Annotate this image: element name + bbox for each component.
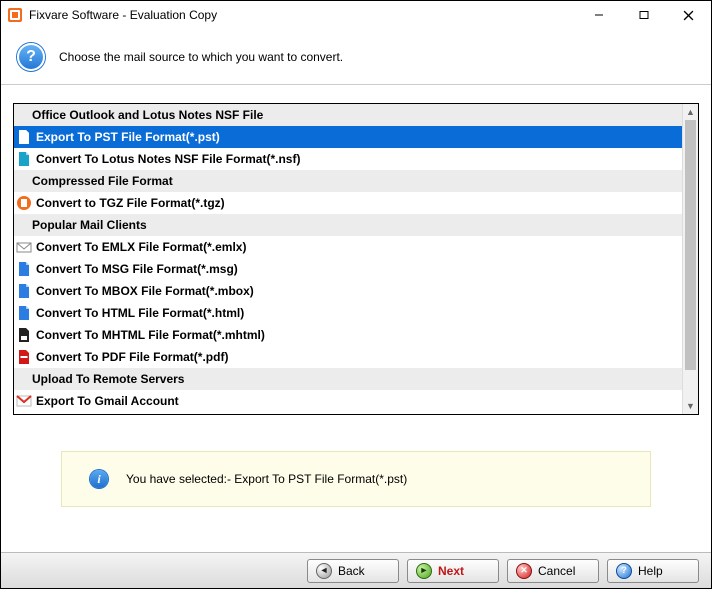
list-item[interactable]: Convert To Lotus Notes NSF File Format(*… xyxy=(14,148,682,170)
format-list-container: Office Outlook and Lotus Notes NSF File E… xyxy=(13,103,699,415)
cancel-button-label: Cancel xyxy=(538,564,575,578)
list-item-label: Export To Gmail Account xyxy=(36,394,179,408)
list-section-label: Popular Mail Clients xyxy=(32,218,147,232)
list-item[interactable]: Export To PST File Format(*.pst) xyxy=(14,126,682,148)
help-button-label: Help xyxy=(638,564,663,578)
scroll-track[interactable] xyxy=(683,120,698,398)
titlebar: Fixvare Software - Evaluation Copy xyxy=(1,1,711,29)
mhtml-icon xyxy=(16,327,32,343)
window-title: Fixvare Software - Evaluation Copy xyxy=(29,8,217,22)
list-section-header: Upload To Remote Servers xyxy=(14,368,682,390)
scroll-up-icon[interactable]: ▲ xyxy=(683,104,698,120)
list-item[interactable]: Convert To MHTML File Format(*.mhtml) xyxy=(14,324,682,346)
list-item-label: Convert To Lotus Notes NSF File Format(*… xyxy=(36,152,300,166)
next-arrow-icon: ► xyxy=(416,563,432,579)
window-controls xyxy=(576,1,711,29)
list-item-label: Export To PST File Format(*.pst) xyxy=(36,130,220,144)
list-item[interactable]: Convert To MSG File Format(*.msg) xyxy=(14,258,682,280)
tgz-icon xyxy=(16,195,32,211)
close-button[interactable] xyxy=(666,1,711,29)
next-button-label: Next xyxy=(438,564,464,578)
list-section-header: Office Outlook and Lotus Notes NSF File xyxy=(14,104,682,126)
help-icon: ? xyxy=(616,563,632,579)
scrollbar[interactable]: ▲ ▼ xyxy=(682,104,698,414)
scroll-down-icon[interactable]: ▼ xyxy=(683,398,698,414)
msg-icon xyxy=(16,261,32,277)
list-item[interactable]: Convert To PDF File Format(*.pdf) xyxy=(14,346,682,368)
list-section-label: Office Outlook and Lotus Notes NSF File xyxy=(32,108,263,122)
list-item-label: Convert To HTML File Format(*.html) xyxy=(36,306,244,320)
emlx-icon xyxy=(16,239,32,255)
header: ? Choose the mail source to which you wa… xyxy=(1,29,711,85)
list-item-label: Convert to TGZ File Format(*.tgz) xyxy=(36,196,225,210)
list-item-label: Convert To MBOX File Format(*.mbox) xyxy=(36,284,254,298)
cancel-button[interactable]: ✕ Cancel xyxy=(507,559,599,583)
list-item-label: Convert To MSG File Format(*.msg) xyxy=(36,262,238,276)
list-item-label: Convert To PDF File Format(*.pdf) xyxy=(36,350,228,364)
app-icon xyxy=(7,7,23,23)
gmail-icon xyxy=(16,393,32,409)
help-button[interactable]: ? Help xyxy=(607,559,699,583)
outlook-icon xyxy=(16,129,32,145)
list-item-label: Convert To MHTML File Format(*.mhtml) xyxy=(36,328,265,342)
back-arrow-icon: ◄ xyxy=(316,563,332,579)
list-item[interactable]: Convert To MBOX File Format(*.mbox) xyxy=(14,280,682,302)
next-button[interactable]: ► Next xyxy=(407,559,499,583)
back-button-label: Back xyxy=(338,564,365,578)
header-prompt: Choose the mail source to which you want… xyxy=(59,50,343,64)
mbox-icon xyxy=(16,283,32,299)
pdf-icon xyxy=(16,349,32,365)
info-icon: i xyxy=(90,470,108,488)
selection-info-bar: i You have selected:- Export To PST File… xyxy=(61,451,651,507)
format-list[interactable]: Office Outlook and Lotus Notes NSF File E… xyxy=(14,104,682,414)
list-item-label: Convert To EMLX File Format(*.emlx) xyxy=(36,240,246,254)
list-section-header: Popular Mail Clients xyxy=(14,214,682,236)
list-item[interactable]: Convert To HTML File Format(*.html) xyxy=(14,302,682,324)
button-bar: ◄ Back ► Next ✕ Cancel ? Help xyxy=(1,552,711,588)
list-section-label: Upload To Remote Servers xyxy=(32,372,184,386)
question-icon: ? xyxy=(17,43,45,71)
html-icon xyxy=(16,305,32,321)
selection-message: You have selected:- Export To PST File F… xyxy=(126,472,407,486)
cancel-icon: ✕ xyxy=(516,563,532,579)
lotus-icon xyxy=(16,151,32,167)
list-item[interactable]: Convert To EMLX File Format(*.emlx) xyxy=(14,236,682,258)
back-button[interactable]: ◄ Back xyxy=(307,559,399,583)
list-section-label: Compressed File Format xyxy=(32,174,173,188)
minimize-button[interactable] xyxy=(576,1,621,29)
list-item[interactable]: Convert to TGZ File Format(*.tgz) xyxy=(14,192,682,214)
list-section-header: Compressed File Format xyxy=(14,170,682,192)
list-item[interactable]: Export To Gmail Account xyxy=(14,390,682,412)
maximize-button[interactable] xyxy=(621,1,666,29)
scroll-thumb[interactable] xyxy=(685,120,696,370)
